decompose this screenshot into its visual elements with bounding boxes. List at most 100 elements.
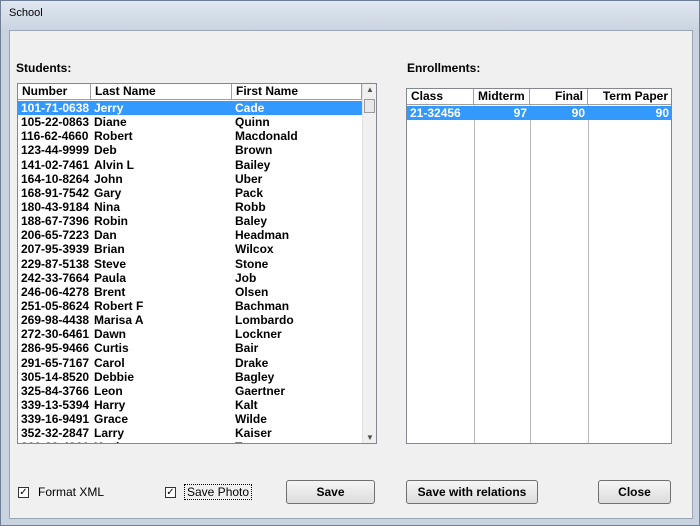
table-cell: Debbie [94, 369, 135, 384]
table-cell: Pack [235, 185, 264, 200]
table-cell: Bagley [235, 369, 275, 384]
table-row[interactable]: 21-32456 97 90 90 [407, 106, 671, 121]
table-row[interactable]: 207-95-3939 Brian Wilcox [18, 242, 363, 256]
table-cell: Harry [94, 397, 126, 412]
students-rows: 101-71-0638 Jerry Cade 105-22-0863 Diane Quin… [18, 101, 363, 443]
enrollments-list[interactable]: Class Midterm Final Term Paper 21-32456 9… [406, 88, 672, 444]
table-row[interactable]: 206-65-7223 Dan Headman [18, 228, 363, 242]
table-row[interactable]: 272-30-6461 Dawn Lockner [18, 327, 363, 341]
enrollments-label: Enrollments: [407, 61, 481, 75]
table-row[interactable]: 229-87-5138 Steve Stone [18, 257, 363, 271]
table-cell: 180-43-9184 [21, 199, 90, 214]
table-cell: Bair [235, 341, 259, 356]
table-cell: Terry [232, 440, 363, 443]
table-cell: 269-98-4438 [21, 313, 90, 328]
table-row[interactable]: 116-62-4660 Robert Macdonald [18, 129, 363, 143]
table-cell: Brian [94, 242, 125, 257]
table-cell: Quinn [235, 115, 270, 130]
table-row[interactable]: 251-05-8624 Robert F Bachman [18, 299, 363, 313]
column-header-midterm[interactable]: Midterm [474, 89, 530, 105]
column-header-last-name[interactable]: Last Name [91, 84, 232, 100]
app-window: School Students: Number Last Name First … [0, 0, 700, 526]
table-cell: 21-32456 [410, 106, 461, 120]
table-cell: Bachman [235, 298, 290, 313]
table-row[interactable]: 246-06-4278 Brent Olsen [18, 285, 363, 299]
format-xml-checkbox[interactable]: ✓ Format XML [18, 485, 104, 499]
client-area: Students: Number Last Name First Name 10… [9, 30, 693, 519]
table-cell: 206-65-7223 [21, 228, 90, 243]
table-cell: Robert [94, 129, 133, 144]
table-cell: Wilcox [235, 242, 274, 257]
table-cell: 291-65-7167 [21, 355, 90, 370]
table-cell: 305-14-8520 [21, 369, 90, 384]
save-photo-label: Save Photo [183, 484, 253, 500]
table-cell: 251-05-8624 [21, 298, 90, 313]
save-with-relations-button[interactable]: Save with relations [406, 480, 538, 504]
table-cell: Nina [94, 199, 121, 214]
check-icon[interactable]: ✓ [165, 486, 176, 498]
table-row[interactable]: 242-33-7664 Paula Job [18, 271, 363, 285]
scroll-thumb[interactable] [364, 99, 375, 113]
table-cell: Wilde [235, 412, 267, 427]
students-scrollbar[interactable]: ▲ ▼ [362, 84, 376, 443]
table-cell: 246-06-4278 [21, 284, 90, 299]
table-cell: Kevin [91, 440, 232, 443]
table-cell: 123-44-9999 [21, 143, 90, 158]
table-row[interactable]: 164-10-8264 John Uber [18, 172, 363, 186]
table-row[interactable]: 291-65-7167 Carol Drake [18, 356, 363, 370]
table-row[interactable]: 339-16-9491 Grace Wilde [18, 412, 363, 426]
scroll-up-arrow-icon[interactable]: ▲ [366, 85, 374, 94]
table-row[interactable]: 168-91-7542 Gary Pack [18, 186, 363, 200]
table-row[interactable]: 325-84-3766 Leon Gaertner [18, 384, 363, 398]
table-cell: Uber [235, 171, 263, 186]
scroll-down-arrow-icon[interactable]: ▼ [366, 433, 374, 442]
table-cell: 272-30-6461 [21, 327, 90, 342]
table-cell: Carol [94, 355, 125, 370]
students-label: Students: [16, 61, 72, 75]
table-row[interactable]: 141-02-7461 Alvin L Bailey [18, 158, 363, 172]
table-row[interactable]: 188-67-7396 Robin Baley [18, 214, 363, 228]
table-row[interactable]: 360-89-4960KevinTerry [18, 440, 363, 443]
table-cell: 286-95-9466 [21, 341, 90, 356]
table-row[interactable]: 339-13-5394 Harry Kalt [18, 398, 363, 412]
table-cell: Bailey [235, 157, 271, 172]
table-cell: 101-71-0638 [21, 101, 90, 115]
table-cell: Brown [235, 143, 273, 158]
table-cell: Steve [94, 256, 127, 271]
column-header-final[interactable]: Final [530, 89, 588, 105]
table-row[interactable]: 286-95-9466 Curtis Bair [18, 341, 363, 355]
table-cell: 360-89-4960 [18, 440, 91, 443]
enrollments-rows: 21-32456 97 90 90 [407, 106, 671, 121]
table-row[interactable]: 269-98-4438 Marisa A Lombardo [18, 313, 363, 327]
table-row[interactable]: 180-43-9184 Nina Robb [18, 200, 363, 214]
table-row[interactable]: 123-44-9999 Deb Brown [18, 143, 363, 157]
table-cell: 242-33-7664 [21, 270, 90, 285]
column-header-class[interactable]: Class [407, 89, 474, 105]
table-row[interactable]: 352-32-2847 Larry Kaiser [18, 426, 363, 440]
check-icon[interactable]: ✓ [18, 486, 29, 498]
table-cell: 105-22-0863 [21, 115, 90, 130]
column-header-number[interactable]: Number [18, 84, 91, 100]
format-xml-label: Format XML [38, 485, 105, 499]
table-row[interactable]: 105-22-0863 Diane Quinn [18, 115, 363, 129]
table-cell: 90 [571, 106, 585, 120]
column-header-first-name[interactable]: First Name [232, 84, 362, 100]
table-row[interactable]: 305-14-8520 Debbie Bagley [18, 370, 363, 384]
table-cell: Deb [94, 143, 117, 158]
table-cell: Kaiser [235, 426, 272, 441]
table-cell: Cade [235, 101, 265, 115]
students-header: Number Last Name First Name [18, 84, 362, 100]
table-cell: Brent [94, 284, 126, 299]
table-cell: John [94, 171, 123, 186]
table-cell: 188-67-7396 [21, 214, 90, 229]
table-row[interactable]: 101-71-0638 Jerry Cade [18, 101, 363, 116]
grid-line [474, 105, 475, 443]
save-button[interactable]: Save [286, 480, 375, 504]
students-list[interactable]: Number Last Name First Name 101-71-0638 J… [17, 83, 377, 444]
table-cell: 141-02-7461 [21, 157, 90, 172]
table-cell: Robin [94, 214, 128, 229]
column-header-term-paper[interactable]: Term Paper [588, 89, 671, 105]
save-photo-checkbox[interactable]: ✓ Save Photo [165, 484, 253, 500]
table-cell: Baley [235, 214, 268, 229]
close-button[interactable]: Close [598, 480, 671, 504]
